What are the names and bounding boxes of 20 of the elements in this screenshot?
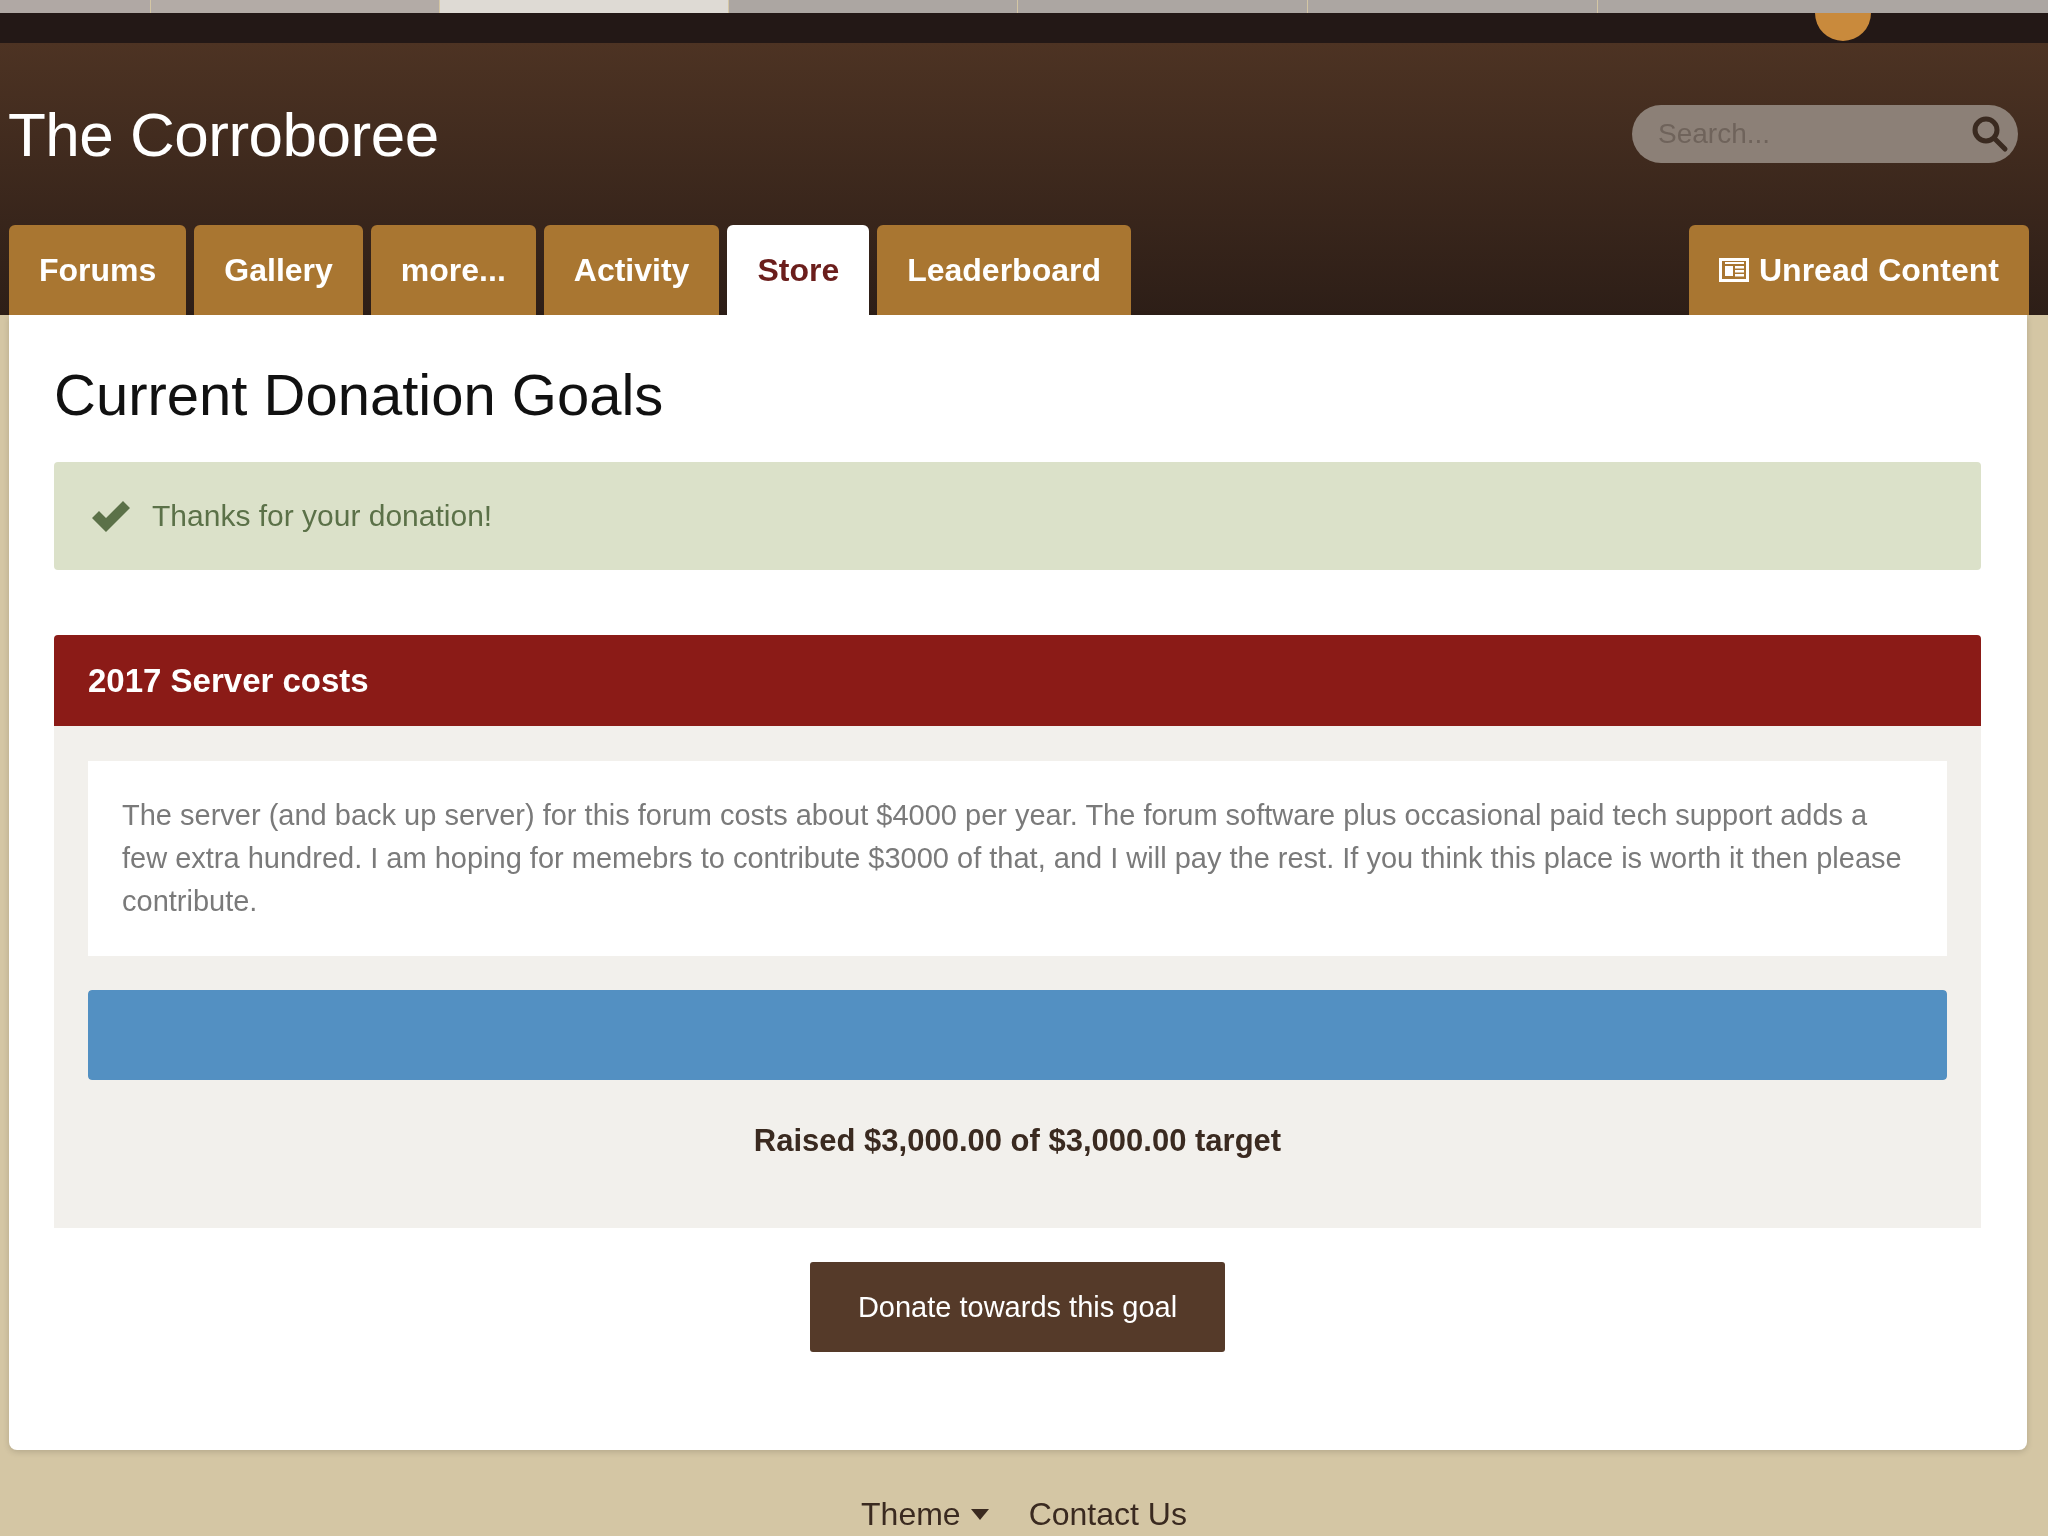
page-heading: Current Donation Goals bbox=[54, 361, 665, 429]
theme-dropdown[interactable]: Theme bbox=[861, 1494, 989, 1534]
caret-icon bbox=[970, 1508, 989, 1520]
goal-description: The server (and back up server) for this forum costs about $4000 per year. The forum software plus occasional paid tech support adds a few extra hundred. I am hoping for memebrs to contribute $3000 of that, and I will pay the rest. If you think this place is worth it then please contribute. bbox=[88, 761, 1947, 956]
nav-tab[interactable]: Forums bbox=[9, 225, 187, 315]
nav-tab[interactable]: Leaderboard bbox=[877, 225, 1131, 315]
raised-amount: Raised $3,000.00 of $3,000.00 target bbox=[752, 1123, 1283, 1159]
donate-button[interactable]: Donate towards this goal bbox=[809, 1262, 1226, 1352]
nav-tab[interactable]: Gallery bbox=[194, 225, 363, 315]
newspaper-icon bbox=[1719, 258, 1749, 282]
nav-tab[interactable]: Store bbox=[727, 225, 870, 315]
site-title[interactable]: The Corroboree bbox=[8, 98, 439, 170]
avatar-icon[interactable] bbox=[1815, 13, 1871, 43]
success-text: Thanks for your donation! bbox=[152, 499, 493, 533]
nav-tab[interactable]: more... bbox=[370, 225, 536, 315]
unread-content-button[interactable]: Unread Content bbox=[1689, 225, 2029, 315]
checkmark-icon bbox=[90, 499, 132, 533]
goal-title: 2017 Server costs bbox=[54, 635, 1981, 726]
footer-link[interactable]: Contact Us bbox=[1028, 1494, 1187, 1534]
nav-tab[interactable]: Activity bbox=[543, 225, 720, 315]
